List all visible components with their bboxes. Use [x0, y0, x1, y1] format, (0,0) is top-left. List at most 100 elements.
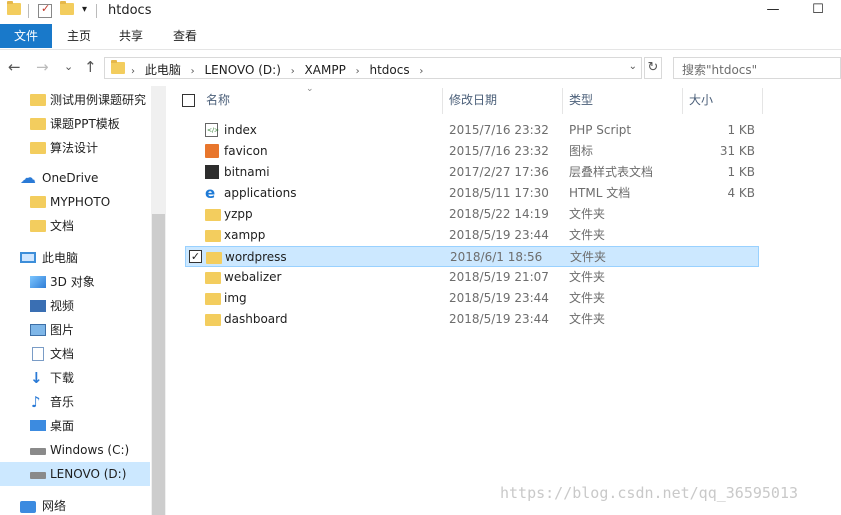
maximize-button[interactable]: ☐	[800, 0, 836, 22]
sidebar-item-pictures[interactable]: 图片	[0, 318, 150, 342]
sidebar-item-downloads[interactable]: ↓ 下载	[0, 366, 150, 390]
file-name: dashboard	[224, 312, 288, 326]
select-all-checkbox[interactable]	[182, 94, 195, 107]
address-bar[interactable]: › 此电脑 › LENOVO (D:) › XAMPP › htdocs › ⌄	[104, 57, 642, 79]
tab-home[interactable]: 主页	[56, 24, 102, 48]
file-type: 文件夹	[569, 207, 606, 221]
ie-icon: e	[205, 184, 216, 202]
file-row[interactable]: webalizer 2018/5/19 21:07 文件夹	[185, 267, 759, 288]
folder-icon	[205, 209, 221, 221]
file-row[interactable]: index 2015/7/16 23:32 PHP Script 1 KB	[185, 120, 759, 141]
file-row[interactable]: dashboard 2018/5/19 23:44 文件夹	[185, 309, 759, 330]
back-button[interactable]: ←	[8, 58, 21, 76]
sidebar-item-ppt-template[interactable]: 课题PPT模板	[0, 112, 150, 136]
folder-icon	[205, 230, 221, 242]
sidebar-item-onedrive-docs[interactable]: 文档	[0, 214, 150, 238]
chevron-right-icon[interactable]: ›	[191, 66, 195, 77]
address-dropdown-icon[interactable]: ⌄	[629, 61, 637, 72]
sidebar-item-drive-c[interactable]: Windows (C:)	[0, 438, 150, 462]
navigation-bar: ← → ⌄ ↑ › 此电脑 › LENOVO (D:) › XAMPP › ht…	[0, 50, 841, 86]
file-size: 31 KB	[719, 144, 755, 158]
sidebar-item-3d-objects[interactable]: 3D 对象	[0, 270, 150, 294]
qat-dropdown-icon[interactable]: ▾	[82, 4, 87, 15]
sidebar-item-network[interactable]: 网络	[0, 494, 150, 515]
chevron-right-icon[interactable]: ›	[131, 66, 135, 77]
file-date: 2015/7/16 23:32	[449, 144, 549, 158]
sidebar-item-this-pc[interactable]: 此电脑	[0, 246, 150, 270]
sidebar-item-label: 视频	[50, 299, 75, 313]
file-type: 文件夹	[569, 270, 606, 284]
file-name: wordpress	[225, 250, 287, 264]
chevron-right-icon[interactable]: ›	[291, 66, 295, 77]
sidebar-item-music[interactable]: ♪ 音乐	[0, 390, 150, 414]
file-row[interactable]: img 2018/5/19 23:44 文件夹	[185, 288, 759, 309]
file-row[interactable]: e applications 2018/5/11 17:30 HTML 文档 4…	[185, 183, 759, 204]
tab-view[interactable]: 查看	[162, 24, 208, 48]
column-header-type[interactable]: 类型	[569, 86, 679, 114]
drive-icon	[30, 472, 46, 479]
window-title: htdocs	[108, 3, 152, 18]
breadcrumb-xampp[interactable]: XAMPP	[305, 63, 346, 77]
sidebar-item-onedrive[interactable]: ☁ OneDrive	[0, 166, 150, 190]
sidebar-item-drive-d[interactable]: LENOVO (D:)	[0, 462, 150, 486]
downloads-icon: ↓	[30, 369, 43, 387]
properties-icon[interactable]: ✓	[38, 2, 52, 18]
forward-button[interactable]: →	[36, 58, 49, 76]
sidebar-scrollbar-thumb[interactable]	[152, 214, 165, 515]
sidebar-item-test-research[interactable]: 测试用例课题研究	[0, 88, 150, 112]
breadcrumb-lenovo-d[interactable]: LENOVO (D:)	[205, 63, 281, 77]
column-divider[interactable]	[762, 88, 763, 114]
watermark: https://blog.csdn.net/qq_36595013	[500, 484, 799, 502]
sidebar-item-algorithm[interactable]: 算法设计	[0, 136, 150, 160]
column-header-name[interactable]: 名称	[206, 86, 436, 114]
breadcrumb-this-pc[interactable]: 此电脑	[145, 63, 181, 77]
column-divider[interactable]	[442, 88, 443, 114]
tab-share[interactable]: 共享	[108, 24, 154, 48]
sidebar-item-label: 算法设计	[50, 141, 99, 155]
breadcrumb: › 此电脑 › LENOVO (D:) › XAMPP › htdocs ›	[131, 61, 429, 78]
folder-icon	[7, 1, 21, 15]
file-size: 4 KB	[727, 186, 755, 200]
file-row[interactable]: favicon 2015/7/16 23:32 图标 31 KB	[185, 141, 759, 162]
up-button[interactable]: ↑	[84, 58, 97, 76]
file-date: 2018/5/19 21:07	[449, 270, 549, 284]
file-date: 2018/5/19 23:44	[449, 228, 549, 242]
folder-icon	[205, 272, 221, 284]
qat-separator	[28, 4, 29, 18]
breadcrumb-htdocs[interactable]: htdocs	[369, 63, 409, 77]
title-bar: ✓ ▾ htdocs — ☐	[0, 0, 841, 24]
chevron-right-icon[interactable]: ›	[356, 66, 360, 77]
row-checkbox[interactable]: ✓	[189, 250, 202, 263]
new-folder-icon[interactable]	[60, 1, 74, 15]
file-list: ⌄ 名称 修改日期 类型 大小 index 2015/7/16 23:32 PH…	[166, 84, 841, 515]
file-name: xampp	[224, 228, 266, 242]
file-row[interactable]: bitnami 2017/2/27 17:36 层叠样式表文档 1 KB	[185, 162, 759, 183]
tab-file[interactable]: 文件	[0, 24, 52, 48]
column-header-date[interactable]: 修改日期	[449, 86, 559, 114]
file-type: 图标	[569, 144, 594, 158]
minimize-button[interactable]: —	[755, 0, 791, 22]
folder-icon	[30, 118, 46, 130]
file-name: bitnami	[224, 165, 270, 179]
sidebar-item-label: 测试用例课题研究	[50, 93, 147, 107]
file-row-selected[interactable]: ✓ wordpress 2018/6/1 18:56 文件夹	[185, 246, 759, 267]
sidebar-item-label: 桌面	[50, 419, 75, 433]
sidebar-item-videos[interactable]: 视频	[0, 294, 150, 318]
file-row[interactable]: xampp 2018/5/19 23:44 文件夹	[185, 225, 759, 246]
sidebar-item-desktop[interactable]: 桌面	[0, 414, 150, 438]
sidebar-item-documents[interactable]: 文档	[0, 342, 150, 366]
php-file-icon	[205, 120, 219, 141]
sidebar-item-label: 3D 对象	[50, 275, 95, 289]
recent-locations-button[interactable]: ⌄	[64, 60, 73, 73]
ribbon-tabs: 文件 主页 共享 查看	[0, 24, 841, 50]
file-name: webalizer	[224, 270, 282, 284]
refresh-button[interactable]: ↻	[644, 57, 662, 79]
column-divider[interactable]	[682, 88, 683, 114]
sidebar-item-label: 文档	[50, 219, 75, 233]
search-input[interactable]: 搜索"htdocs"	[673, 57, 841, 79]
column-header-size[interactable]: 大小	[689, 86, 759, 114]
file-row[interactable]: yzpp 2018/5/22 14:19 文件夹	[185, 204, 759, 225]
column-divider[interactable]	[562, 88, 563, 114]
sidebar-item-myphoto[interactable]: MYPHOTO	[0, 190, 150, 214]
chevron-right-icon[interactable]: ›	[419, 66, 423, 77]
